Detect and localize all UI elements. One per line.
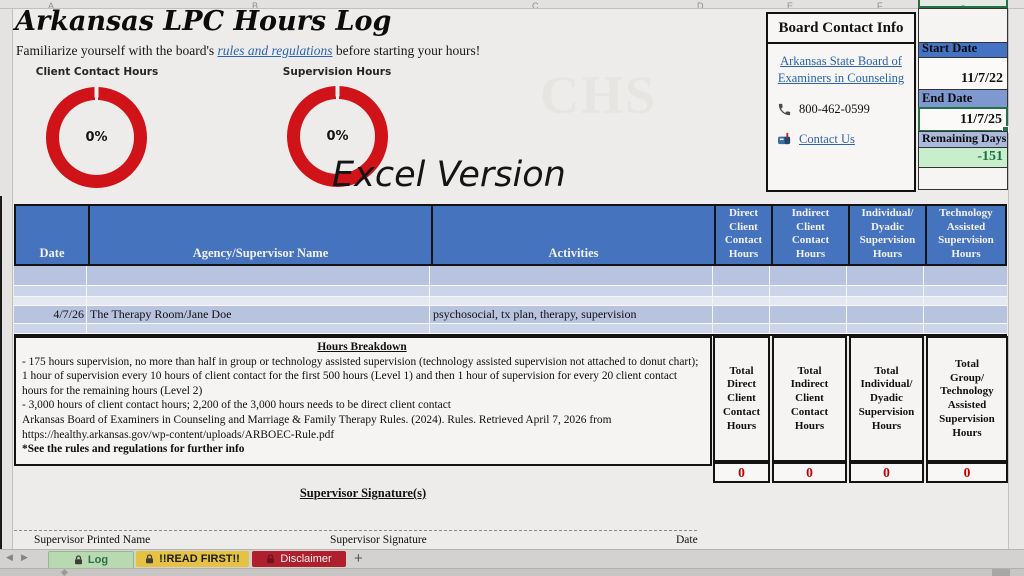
prev-sheet-arrow-icon[interactable]: ◀ [6,553,13,563]
total-individual-supervision-label: Total Individual/ Dyadic Supervision Hou… [849,336,924,462]
column-letter-c[interactable]: C [532,1,539,9]
client-contact-donut-chart[interactable]: 0% [46,87,147,188]
tab-disclaimer-label: Disclaimer [280,553,331,565]
supervisor-printed-name-label: Supervisor Printed Name [34,534,150,546]
end-date-value-selected-cell[interactable]: 11/7/25 [918,107,1008,132]
excel-window: A B C D E F G Arkansas LPC Hours Log Fam… [0,0,1024,576]
board-phone-row: 800-462-0599 [777,102,914,117]
board-contact-row: Contact Us [777,132,914,147]
column-header-indirect-contact: Indirect Client Contact Hours [771,206,848,264]
column-header-direct-contact: Direct Client Contact Hours [714,206,771,264]
start-date-label: Start Date [918,42,1008,58]
grid-line [429,266,430,333]
entry-agency-cell[interactable]: The Therapy Room/Jane Doe [90,306,231,323]
grid-line [712,266,713,333]
total-indirect-contact-label: Total Indirect Client Contact Hours [772,336,847,462]
status-bar [0,568,1024,576]
breakdown-see-rules-note: *See the rules and regulations for furth… [22,442,702,457]
board-phone-number: 800-462-0599 [799,102,870,117]
log-table-header: Date Agency/Supervisor Name Activities D… [14,204,1007,266]
grid-line [846,266,847,333]
total-group-supervision-value[interactable]: 0 [926,462,1008,483]
lock-icon [145,554,154,564]
right-gutter [1008,9,1024,549]
entry-activities-cell[interactable]: psychosocial, tx plan, therapy, supervis… [433,306,637,323]
column-letter-g-selected[interactable]: G [918,0,1008,8]
signature-line [14,530,697,531]
supervisor-signatures-heading: Supervisor Signature(s) [14,486,712,501]
tab-log-label: Log [88,554,108,566]
contact-us-link[interactable]: Contact Us [799,132,855,147]
tab-read-first[interactable]: !!READ FIRST!! [136,551,249,567]
hours-breakdown-title: Hours Breakdown [22,340,702,355]
scrollbar-corner[interactable] [992,569,1010,576]
mailbox-icon [777,132,792,146]
board-website-link[interactable]: Arkansas State Board of Examiners in Cou… [773,53,909,87]
grid-line [769,266,770,333]
next-sheet-arrow-icon[interactable]: ▶ [21,553,28,563]
column-letter-e[interactable]: E [787,1,793,9]
empty-cell[interactable] [918,8,1008,43]
table-row[interactable] [14,324,1007,334]
column-letter-d[interactable]: D [697,1,704,9]
total-indirect-contact-value[interactable]: 0 [772,462,847,483]
subtitle-text-before: Familiarize yourself with the board's [16,43,218,58]
window-left-edge [0,196,2,549]
subtitle-text-after: before starting your hours! [333,43,481,58]
column-header-activities: Activities [431,206,714,264]
board-contact-title: Board Contact Info [768,14,914,44]
start-date-value[interactable]: 11/7/22 [918,57,1008,90]
remaining-days-value[interactable]: -151 [918,147,1008,168]
tab-disclaimer[interactable]: Disclaimer [252,551,346,567]
end-date-label: End Date [918,89,1008,108]
log-table-rows: 4/7/26 The Therapy Room/Jane Doe psychos… [14,266,1007,336]
table-row[interactable] [14,286,1007,297]
total-individual-supervision-value[interactable]: 0 [849,462,924,483]
column-header-date: Date [16,206,88,264]
grid-line [923,266,924,333]
excel-version-overlay: Excel Version [332,155,566,195]
lock-icon [74,555,83,565]
total-direct-contact-label: Total Direct Client Contact Hours [713,336,770,462]
grid-line [86,266,87,333]
tab-log[interactable]: Log [48,551,134,569]
supervision-chart-title: Supervision Hours [257,66,417,78]
sheet-tab-bar: ◀ ▶ Log !!READ FIRST!! Disclaimer + [0,549,1024,568]
breakdown-citation: Arkansas Board of Examiners in Counselin… [22,413,702,442]
client-contact-chart-title: Client Contact Hours [17,66,177,78]
watermark: CHS [540,64,657,126]
lock-icon [266,554,275,564]
supervisor-signature-label: Supervisor Signature [330,534,427,546]
subtitle: Familiarize yourself with the board's ru… [16,43,480,59]
column-header-agency: Agency/Supervisor Name [88,206,431,264]
hours-breakdown-box: Hours Breakdown - 175 hours supervision,… [14,336,712,466]
breakdown-contact-rule: - 3,000 hours of client contact hours; 2… [22,398,702,413]
table-row[interactable] [14,266,1007,286]
board-contact-card: Board Contact Info Arkansas State Board … [766,12,916,192]
page-title: Arkansas LPC Hours Log [15,6,391,37]
total-group-supervision-label: Total Group/ Technology Assisted Supervi… [926,336,1008,462]
column-header-individual-supervision: Individual/ Dyadic Supervision Hours [848,206,925,264]
signature-date-label: Date [676,534,698,546]
table-row-entry[interactable]: 4/7/26 The Therapy Room/Jane Doe psychos… [14,306,1007,324]
breakdown-supervision-rule: - 175 hours supervision, no more than ha… [22,355,702,399]
empty-cell[interactable] [918,167,1008,190]
total-direct-contact-value[interactable]: 0 [713,462,770,483]
entry-date-cell[interactable]: 4/7/26 [14,306,84,323]
add-sheet-button[interactable]: + [354,550,363,567]
column-letter-f[interactable]: F [877,1,883,9]
rules-and-regulations-link[interactable]: rules and regulations [218,43,333,58]
remaining-days-label: Remaining Days [918,131,1008,148]
tab-read-first-label: !!READ FIRST!! [159,553,240,565]
phone-icon [777,102,792,117]
table-row[interactable] [14,297,1007,306]
client-contact-percent: 0% [46,87,147,188]
column-header-technology-supervision: Technology Assisted Supervision Hours [925,206,1005,264]
